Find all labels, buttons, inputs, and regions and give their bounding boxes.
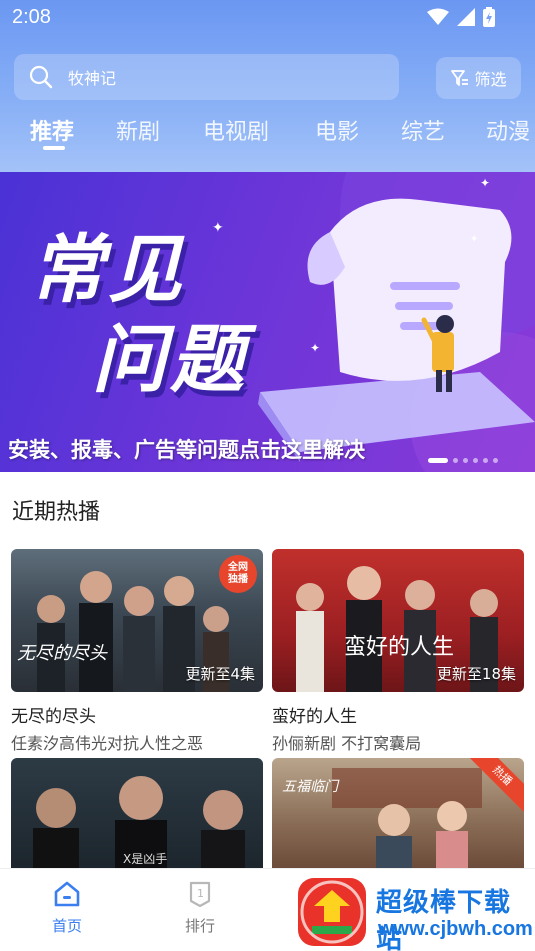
status-time: 2:08 [12, 6, 51, 28]
svg-text:1: 1 [197, 887, 204, 900]
tab-recommend[interactable]: 推荐 [30, 114, 74, 146]
category-tabs: 推荐 新剧 电视剧 电影 综艺 动漫 [0, 112, 535, 152]
drama-card[interactable]: 无尽的尽头 全网 独播 更新至4集 无尽的尽头 任素汐高伟光对抗人性之恶 [11, 549, 263, 754]
active-tab-indicator [43, 146, 65, 150]
wifi-icon [427, 8, 449, 25]
poster-image[interactable]: 蛮好的人生 更新至18集 [272, 549, 524, 692]
carousel-dot [428, 458, 448, 463]
status-bar: 2:08 [0, 0, 535, 34]
episode-update: 更新至18集 [436, 665, 516, 683]
drama-card[interactable]: X是凶手 [11, 758, 263, 870]
nav-home-label: 首页 [51, 917, 82, 935]
poster-title-art: 蛮好的人生 [344, 635, 455, 660]
svg-text:✦: ✦ [212, 220, 224, 236]
card-title: 蛮好的人生 [272, 707, 357, 727]
banner-caption: 安装、报毒、广告等问题点击这里解决 [8, 438, 365, 462]
drama-card[interactable]: 五福临门 热播 [272, 758, 524, 870]
filter-label: 筛选 [474, 70, 507, 89]
search-bar[interactable]: 牧神记 [14, 54, 399, 100]
site-watermark: 超级棒下载站 www.cjbwh.com [294, 874, 535, 951]
search-icon [29, 65, 53, 89]
carousel-indicator [428, 458, 498, 463]
poster-image[interactable]: 无尽的尽头 全网 独播 更新至4集 [11, 549, 263, 692]
card-subtitle: 孙俪新剧 不打窝囊局 [272, 734, 422, 753]
drama-card[interactable]: 蛮好的人生 更新至18集 蛮好的人生 孙俪新剧 不打窝囊局 [272, 549, 524, 754]
carousel-dot [453, 458, 458, 463]
card-subtitle: 任素汐高伟光对抗人性之恶 [11, 734, 204, 753]
tab-tv-series[interactable]: 电视剧 [203, 114, 269, 146]
section-title: 近期热播 [12, 500, 101, 525]
svg-text:✦: ✦ [480, 176, 490, 190]
svg-text:✦: ✦ [310, 341, 320, 355]
nav-ranking-label: 排行 [184, 917, 215, 935]
filter-icon [451, 70, 469, 86]
banner-title-line2: 问题 [92, 317, 248, 403]
poster-image[interactable]: X是凶手 [11, 758, 263, 870]
tab-anime[interactable]: 动漫 [486, 114, 530, 146]
filter-button[interactable]: 筛选 [436, 57, 521, 99]
carousel-dot [493, 458, 498, 463]
tab-new-drama[interactable]: 新剧 [116, 114, 160, 146]
battery-icon [483, 7, 495, 27]
status-icons [427, 7, 495, 27]
banner-carousel[interactable]: ✦ ✦ ✦ ✦ 常见 问题 安装、报毒、广告等问题点击这里解决 [0, 172, 535, 472]
poster-title-art: 五福临门 [282, 779, 338, 795]
carousel-dot [473, 458, 478, 463]
download-logo-icon [298, 878, 366, 946]
tab-variety[interactable]: 综艺 [401, 114, 445, 146]
episode-update: 更新至4集 [185, 665, 255, 683]
header: 2:08 牧神记 筛选 推荐 新剧 电视剧 电影 综艺 动漫 [0, 0, 535, 172]
poster-image[interactable]: 五福临门 热播 [272, 758, 524, 870]
ranking-icon: 1 [189, 881, 211, 908]
poster-title-art: 无尽的尽头 [17, 643, 107, 664]
carousel-dot [483, 458, 488, 463]
nav-home[interactable]: 首页 [32, 881, 102, 936]
poster-title-art: X是凶手 [123, 852, 168, 866]
home-icon [54, 881, 80, 907]
tab-movie[interactable]: 电影 [315, 114, 359, 146]
search-input[interactable]: 牧神记 [68, 65, 116, 89]
watermark-url: www.cjbwh.com [378, 918, 533, 940]
nav-ranking[interactable]: 1 排行 [165, 881, 235, 936]
carousel-dot [463, 458, 468, 463]
exclusive-badge: 全网 独播 [219, 555, 257, 593]
svg-text:✦: ✦ [470, 234, 478, 245]
signal-icon [457, 8, 475, 26]
card-title: 无尽的尽头 [11, 707, 96, 727]
